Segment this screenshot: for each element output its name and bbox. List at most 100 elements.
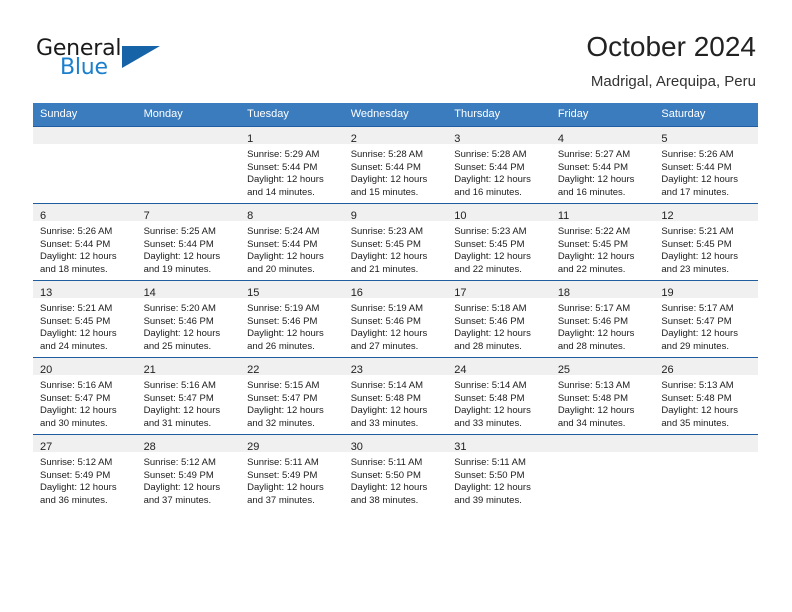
sunset-text: Sunset: 5:45 PM	[454, 238, 525, 250]
calendar-day-cell[interactable]: 24 Sunrise: 5:14 AM Sunset: 5:48 PM Dayligh…	[447, 357, 551, 435]
calendar-day-cell[interactable]: 12 Sunrise: 5:21 AM Sunset: 5:45 PM Dayligh…	[654, 203, 758, 281]
calendar-day-cell[interactable]: 31 Sunrise: 5:11 AM Sunset: 5:50 PM Dayligh…	[447, 434, 551, 511]
calendar-day-cell[interactable]: 1 Sunrise: 5:29 AM Sunset: 5:44 PM Daylight…	[240, 126, 344, 204]
calendar-day-cell[interactable]: 6 Sunrise: 5:26 AM Sunset: 5:44 PM Daylight…	[33, 203, 137, 281]
daylight-text: Daylight: 12 hours	[661, 405, 738, 417]
day-number-bar: 3	[447, 127, 551, 145]
sunset-text: Sunset: 5:48 PM	[454, 392, 525, 404]
page-header: General Blue October 2024 Madrigal, Areq…	[0, 0, 792, 98]
sunrise-text: Sunrise: 5:18 AM	[454, 303, 527, 314]
calendar-day-cell[interactable]: 23 Sunrise: 5:14 AM Sunset: 5:48 PM Dayligh…	[343, 357, 448, 435]
sunrise-text: Sunrise: 5:16 AM	[40, 380, 113, 391]
sunset-text: Sunset: 5:49 PM	[143, 469, 214, 481]
day-number: 7	[143, 210, 150, 222]
day-number-bar: 13	[33, 281, 137, 299]
daylight-text: Daylight: 12 hours	[247, 328, 324, 340]
page-title: October 2024	[586, 31, 756, 62]
day-cell-details: Sunrise: 5:11 AM Sunset: 5:50 PM Daylight:…	[344, 452, 448, 507]
calendar-day-cell[interactable]: 2 Sunrise: 5:28 AM Sunset: 5:44 PM Daylight…	[343, 126, 448, 204]
calendar-day-cell[interactable]: 5 Sunrise: 5:26 AM Sunset: 5:44 PM Daylight…	[654, 126, 758, 204]
day-cell-details: Sunrise: 5:26 AM Sunset: 5:44 PM Daylight:…	[33, 221, 137, 276]
calendar-day-cell[interactable]: 17 Sunrise: 5:18 AM Sunset: 5:46 PM Dayligh…	[447, 280, 551, 358]
day-number-bar: 25	[550, 358, 655, 376]
calendar-day-cell[interactable]: 16 Sunrise: 5:19 AM Sunset: 5:46 PM Dayligh…	[343, 280, 448, 358]
calendar-page: General Blue October 2024 Madrigal, Areq…	[0, 0, 792, 612]
daylight-text-cont: and 26 minutes.	[247, 340, 315, 352]
calendar-day-cell[interactable]: 28 Sunrise: 5:12 AM Sunset: 5:49 PM Dayligh…	[136, 434, 241, 511]
day-cell-inner	[136, 127, 241, 203]
day-number: 25	[557, 364, 571, 376]
sunset-text: Sunset: 5:44 PM	[661, 161, 732, 173]
daylight-text-cont: and 31 minutes.	[143, 417, 212, 429]
day-cell-details: Sunrise: 5:15 AM Sunset: 5:47 PM Daylight:…	[240, 375, 344, 430]
day-cell-inner: 26 Sunrise: 5:13 AM Sunset: 5:48 PM Dayligh…	[654, 358, 758, 434]
day-cell-inner: 18 Sunrise: 5:17 AM Sunset: 5:46 PM Dayligh…	[550, 281, 655, 357]
daylight-text: Daylight: 12 hours	[40, 251, 117, 263]
sunrise-text: Sunrise: 5:14 AM	[350, 380, 424, 391]
calendar-day-cell[interactable]: 26 Sunrise: 5:13 AM Sunset: 5:48 PM Dayligh…	[654, 357, 758, 435]
daylight-text: Daylight: 12 hours	[661, 174, 738, 186]
day-number: 9	[350, 210, 357, 222]
calendar-day-cell[interactable]: 19 Sunrise: 5:17 AM Sunset: 5:47 PM Dayligh…	[654, 280, 758, 358]
calendar-day-cell[interactable]: 20 Sunrise: 5:16 AM Sunset: 5:47 PM Dayligh…	[33, 357, 137, 435]
calendar-day-cell[interactable]: 11 Sunrise: 5:22 AM Sunset: 5:45 PM Dayligh…	[550, 203, 655, 281]
daylight-text-cont: and 20 minutes.	[247, 263, 315, 275]
calendar-day-cell[interactable]: 4 Sunrise: 5:27 AM Sunset: 5:44 PM Daylight…	[550, 126, 655, 204]
day-cell-inner: 4 Sunrise: 5:27 AM Sunset: 5:44 PM Daylight…	[550, 127, 655, 203]
general-blue-logo[interactable]: General Blue	[36, 36, 236, 86]
calendar-day-cell[interactable]: 13 Sunrise: 5:21 AM Sunset: 5:45 PM Dayligh…	[33, 280, 137, 358]
day-cell-inner	[654, 435, 758, 511]
sunrise-text: Sunrise: 5:17 AM	[661, 303, 734, 314]
calendar-day-cell[interactable]: 30 Sunrise: 5:11 AM Sunset: 5:50 PM Dayligh…	[343, 434, 448, 511]
day-cell-inner: 25 Sunrise: 5:13 AM Sunset: 5:48 PM Dayligh…	[550, 358, 655, 434]
sunrise-text: Sunrise: 5:20 AM	[143, 303, 216, 314]
calendar-day-cell[interactable]: 14 Sunrise: 5:20 AM Sunset: 5:46 PM Dayligh…	[136, 280, 241, 358]
calendar-day-cell[interactable]: 21 Sunrise: 5:16 AM Sunset: 5:47 PM Dayligh…	[136, 357, 241, 435]
sunrise-text: Sunrise: 5:21 AM	[40, 303, 113, 314]
sunset-text: Sunset: 5:48 PM	[661, 392, 732, 404]
calendar-day-cell[interactable]: 9 Sunrise: 5:23 AM Sunset: 5:45 PM Daylight…	[343, 203, 448, 281]
calendar-day-cell-empty	[136, 126, 241, 204]
daylight-text-cont: and 29 minutes.	[661, 340, 729, 352]
weekday-header-sunday: Sunday	[33, 103, 137, 127]
calendar-day-cell[interactable]: 22 Sunrise: 5:15 AM Sunset: 5:47 PM Dayligh…	[240, 357, 344, 435]
calendar-day-cell[interactable]: 7 Sunrise: 5:25 AM Sunset: 5:44 PM Daylight…	[136, 203, 241, 281]
daylight-text: Daylight: 12 hours	[143, 405, 221, 417]
day-number-bar	[550, 435, 655, 452]
calendar-day-cell[interactable]: 8 Sunrise: 5:24 AM Sunset: 5:44 PM Daylight…	[240, 203, 344, 281]
sunset-text: Sunset: 5:45 PM	[350, 238, 421, 250]
day-number-bar: 30	[343, 435, 448, 453]
daylight-text: Daylight: 12 hours	[661, 328, 738, 340]
calendar-day-cell[interactable]: 27 Sunrise: 5:12 AM Sunset: 5:49 PM Dayligh…	[33, 434, 137, 511]
day-cell-inner: 8 Sunrise: 5:24 AM Sunset: 5:44 PM Daylight…	[240, 204, 344, 280]
day-number-bar: 9	[343, 204, 448, 222]
sunrise-text: Sunrise: 5:15 AM	[247, 380, 320, 391]
calendar-day-cell[interactable]: 15 Sunrise: 5:19 AM Sunset: 5:46 PM Dayligh…	[240, 280, 344, 358]
daylight-text: Daylight: 12 hours	[247, 405, 324, 417]
calendar-day-cell[interactable]: 10 Sunrise: 5:23 AM Sunset: 5:45 PM Dayligh…	[447, 203, 551, 281]
calendar-day-cell[interactable]: 25 Sunrise: 5:13 AM Sunset: 5:48 PM Dayligh…	[550, 357, 655, 435]
sunset-text: Sunset: 5:44 PM	[143, 238, 214, 250]
sunrise-text: Sunrise: 5:21 AM	[661, 226, 734, 237]
day-cell-details: Sunrise: 5:13 AM Sunset: 5:48 PM Daylight:…	[551, 375, 655, 430]
calendar-day-cell[interactable]: 18 Sunrise: 5:17 AM Sunset: 5:46 PM Dayligh…	[550, 280, 655, 358]
day-cell-inner: 9 Sunrise: 5:23 AM Sunset: 5:45 PM Daylight…	[343, 204, 448, 280]
daylight-text-cont: and 38 minutes.	[350, 494, 419, 506]
day-cell-details: Sunrise: 5:12 AM Sunset: 5:49 PM Daylight:…	[137, 452, 241, 507]
daylight-text: Daylight: 12 hours	[661, 251, 738, 263]
day-cell-inner: 3 Sunrise: 5:28 AM Sunset: 5:44 PM Daylight…	[447, 127, 551, 203]
sunset-text: Sunset: 5:46 PM	[350, 315, 421, 327]
calendar-day-cell[interactable]: 29 Sunrise: 5:11 AM Sunset: 5:49 PM Dayligh…	[240, 434, 344, 511]
day-cell-details: Sunrise: 5:20 AM Sunset: 5:46 PM Daylight:…	[137, 298, 241, 353]
calendar-day-cell-empty	[33, 126, 137, 204]
day-cell-inner: 6 Sunrise: 5:26 AM Sunset: 5:44 PM Daylight…	[33, 204, 137, 280]
daylight-text: Daylight: 12 hours	[40, 328, 117, 340]
sunrise-text: Sunrise: 5:13 AM	[557, 380, 631, 391]
daylight-text: Daylight: 12 hours	[350, 482, 428, 494]
daylight-text: Daylight: 12 hours	[454, 328, 531, 340]
day-number-bar: 2	[343, 127, 448, 145]
day-cell-details: Sunrise: 5:22 AM Sunset: 5:45 PM Daylight:…	[551, 221, 655, 276]
calendar-day-cell[interactable]: 3 Sunrise: 5:28 AM Sunset: 5:44 PM Daylight…	[447, 126, 551, 204]
day-cell-inner: 12 Sunrise: 5:21 AM Sunset: 5:45 PM Dayligh…	[654, 204, 758, 280]
day-cell-inner: 28 Sunrise: 5:12 AM Sunset: 5:49 PM Dayligh…	[136, 435, 241, 511]
